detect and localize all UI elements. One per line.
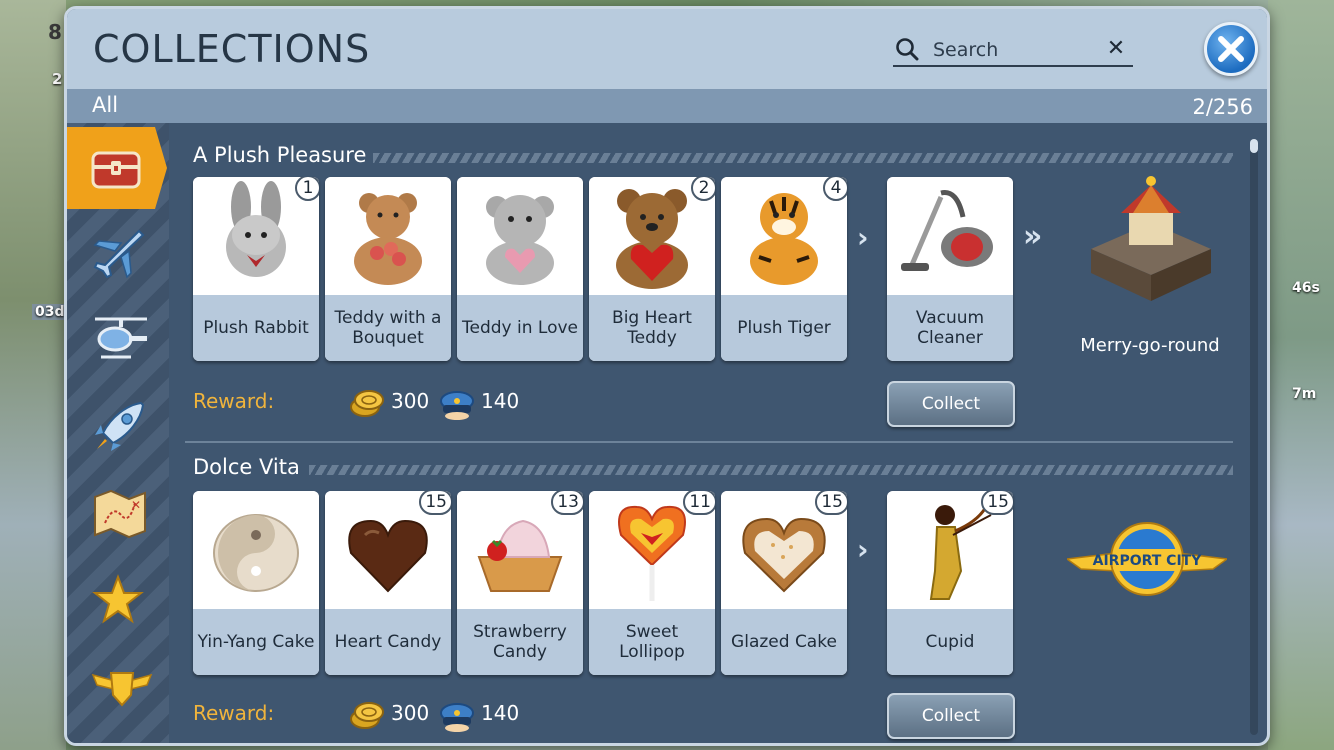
collection-item[interactable]: Teddy with a Bouquet xyxy=(325,177,451,361)
pilot-cap-icon xyxy=(440,391,474,420)
item-label: Plush Tiger xyxy=(721,295,847,361)
item-label: Plush Rabbit xyxy=(193,295,319,361)
prize-label: AIRPORT CITY xyxy=(1093,553,1203,569)
category-tab-badges[interactable] xyxy=(67,647,169,729)
item-count-badge: 1 xyxy=(295,177,319,201)
collections-dialog: COLLECTIONS ✕ All 2/256 xyxy=(64,6,1270,746)
item-label: Glazed Cake xyxy=(721,609,847,675)
item-label: Strawberry Candy xyxy=(457,609,583,675)
close-icon xyxy=(1218,36,1244,62)
reward-coins: 300 xyxy=(391,701,430,725)
item-count-badge: 15 xyxy=(981,491,1013,515)
prize-label: Merry-go-round xyxy=(1080,335,1220,356)
collection-item[interactable]: 1 Plush Rabbit xyxy=(193,177,319,361)
search-icon[interactable] xyxy=(895,37,919,61)
category-sidebar: ✕ xyxy=(67,123,169,743)
dialog-header: COLLECTIONS ✕ xyxy=(67,9,1267,89)
filter-bar: All 2/256 xyxy=(67,89,1267,123)
collection-count: 2/256 xyxy=(1192,95,1253,119)
title-decoration xyxy=(309,465,1233,475)
category-tab-all[interactable] xyxy=(67,127,167,209)
collection-item[interactable]: 13 Strawberry Candy xyxy=(457,491,583,675)
pilot-cap-icon xyxy=(440,703,474,732)
collection-item[interactable]: 11 Sweet Lollipop xyxy=(589,491,715,675)
scrollbar[interactable] xyxy=(1250,139,1258,735)
collection-item[interactable]: 15 Glazed Cake xyxy=(721,491,847,675)
item-count-badge: 15 xyxy=(419,491,451,515)
item-count-badge: 11 xyxy=(683,491,715,515)
dialog-title: COLLECTIONS xyxy=(93,27,371,71)
city-background-right xyxy=(1268,0,1334,750)
title-decoration xyxy=(373,153,1233,163)
collection-item[interactable]: Teddy in Love xyxy=(457,177,583,361)
item-count-badge: 13 xyxy=(551,491,583,515)
collection-item[interactable]: 2 Big Heart Teddy xyxy=(589,177,715,361)
vacuum-cleaner-icon xyxy=(887,177,1013,295)
coins-icon xyxy=(350,702,384,729)
item-label: Teddy in Love xyxy=(457,295,583,361)
airport-city-logo[interactable]: AIRPORT CITY xyxy=(1067,519,1227,599)
collect-button[interactable]: Collect xyxy=(887,381,1015,427)
item-label: Heart Candy xyxy=(325,609,451,675)
reward-label: Reward: xyxy=(193,389,275,413)
star-icon xyxy=(92,574,144,624)
item-label: Yin-Yang Cake xyxy=(193,609,319,675)
teddy-bouquet-icon xyxy=(325,177,451,295)
teddy-in-love-icon xyxy=(457,177,583,295)
collect-button[interactable]: Collect xyxy=(887,693,1015,739)
reward-label: Reward: xyxy=(193,701,275,725)
player-level: 8 xyxy=(48,20,62,44)
reward-caps: 140 xyxy=(481,389,520,413)
collection-title: Dolce Vita xyxy=(193,455,300,479)
chevron-right-icon: › xyxy=(857,533,869,566)
collection-title: A Plush Pleasure xyxy=(193,143,367,167)
treasure-chest-icon xyxy=(91,151,141,189)
winged-badge-icon xyxy=(91,672,153,707)
city-background-left xyxy=(0,0,66,750)
category-tab-helicopters[interactable] xyxy=(67,297,169,379)
reward-coins: 300 xyxy=(391,389,430,413)
collection-dolce-vita: Dolce Vita Yin-Yang Cake 15 Heart Candy xyxy=(169,435,1249,743)
search-box: ✕ xyxy=(893,35,1133,67)
collection-plush-pleasure: A Plush Pleasure 1 Plush Rabbit Teddy wi… xyxy=(169,123,1249,443)
category-tab-airplanes[interactable] xyxy=(67,211,169,293)
treasure-map-icon: ✕ xyxy=(94,489,146,539)
collection-result-item[interactable]: Vacuum Cleaner xyxy=(887,177,1013,361)
airplane-icon xyxy=(93,229,145,279)
search-input[interactable] xyxy=(933,37,1093,63)
category-tab-maps[interactable]: ✕ xyxy=(67,473,169,555)
scroll-thumb[interactable] xyxy=(1250,139,1258,153)
item-label: Vacuum Cleaner xyxy=(887,295,1013,361)
merry-go-round-icon[interactable] xyxy=(1081,169,1221,309)
helicopter-icon xyxy=(95,317,147,359)
rocket-icon xyxy=(95,401,145,451)
right-timer-1: 46s xyxy=(1292,280,1320,296)
item-count-badge: 4 xyxy=(823,177,847,201)
collection-item[interactable]: 15 Heart Candy xyxy=(325,491,451,675)
chevron-right-icon: › xyxy=(857,221,869,254)
yin-yang-cake-icon xyxy=(193,491,319,609)
item-label: Sweet Lollipop xyxy=(589,609,715,675)
category-tab-favorites[interactable] xyxy=(67,559,169,641)
double-chevron-right-icon: » xyxy=(1023,219,1043,254)
category-tab-rockets[interactable] xyxy=(67,385,169,467)
close-button[interactable] xyxy=(1204,22,1258,76)
clear-search-icon[interactable]: ✕ xyxy=(1105,38,1127,60)
people-count: 2 xyxy=(52,70,63,88)
collection-item[interactable]: 4 Plush Tiger xyxy=(721,177,847,361)
collection-result-item[interactable]: 15 Cupid xyxy=(887,491,1013,675)
item-label: Cupid xyxy=(887,609,1013,675)
right-timer-2: 7m xyxy=(1292,386,1317,402)
collection-item[interactable]: Yin-Yang Cake xyxy=(193,491,319,675)
svg-text:✕: ✕ xyxy=(131,498,141,512)
left-timer: 03d xyxy=(32,304,68,320)
item-label: Teddy with a Bouquet xyxy=(325,295,451,361)
coins-icon xyxy=(350,390,384,417)
item-count-badge: 15 xyxy=(815,491,847,515)
item-label: Big Heart Teddy xyxy=(589,295,715,361)
filter-label[interactable]: All xyxy=(92,93,118,117)
item-count-badge: 2 xyxy=(691,177,715,201)
reward-caps: 140 xyxy=(481,701,520,725)
collections-list: A Plush Pleasure 1 Plush Rabbit Teddy wi… xyxy=(169,123,1249,743)
